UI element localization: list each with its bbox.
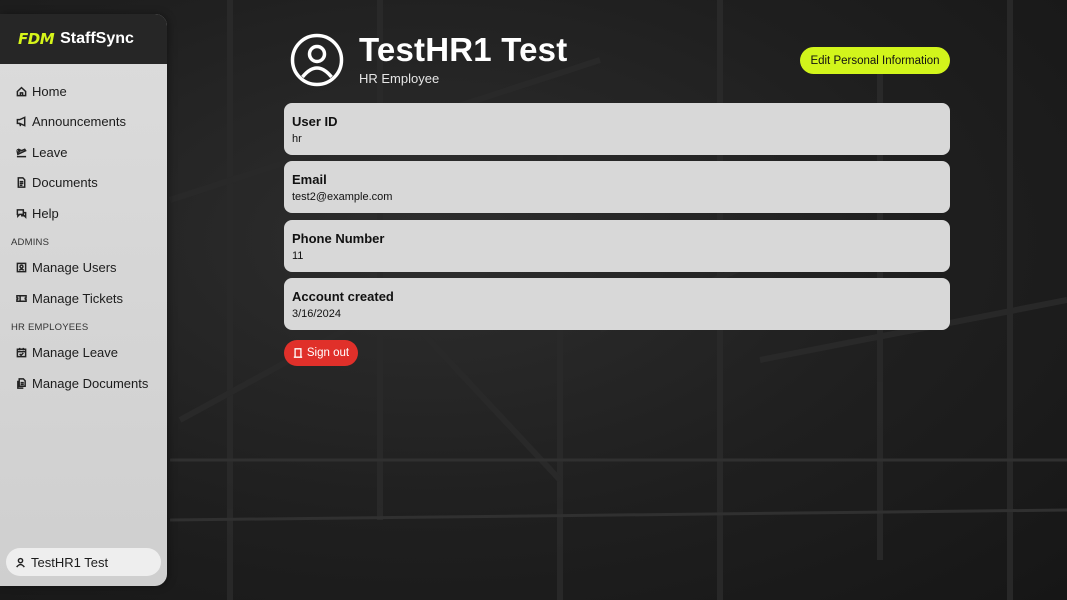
calendar-icon: [16, 348, 27, 358]
sidebar-item-label: Announcements: [32, 114, 126, 130]
info-card-email: Email test2@example.com: [284, 161, 950, 213]
edit-personal-information-button[interactable]: Edit Personal Information: [800, 47, 950, 74]
sign-out-button[interactable]: Sign out: [284, 340, 358, 366]
info-card-label: Phone Number: [292, 231, 385, 246]
profile-role: HR Employee: [359, 71, 440, 86]
sidebar: FDM StaffSync Home Announcements Leave D…: [0, 14, 167, 586]
sidebar-item-home[interactable]: Home: [0, 76, 167, 107]
sidebar-item-label: Manage Leave: [32, 345, 119, 361]
sidebar-item-manage-tickets[interactable]: Manage Tickets: [0, 283, 167, 314]
profile-avatar-icon: [290, 33, 344, 87]
info-card-account-created: Account created 3/16/2024: [284, 278, 950, 330]
door-exit-icon: [293, 348, 303, 358]
document-icon: [17, 177, 26, 189]
home-icon: [16, 86, 27, 97]
sidebar-item-label: Leave: [32, 144, 68, 160]
current-user-name: TestHR1 Test: [31, 554, 109, 570]
user-icon: [16, 557, 25, 568]
info-card-phone-number: Phone Number 11: [284, 220, 950, 272]
info-card-value: 11: [292, 250, 304, 262]
brand-header[interactable]: FDM StaffSync: [0, 14, 167, 64]
hr-employees-section-label: HR EMPLOYEES: [11, 321, 89, 333]
profile-name: TestHR1 Test: [359, 31, 568, 68]
info-card-value: test2@example.com: [292, 191, 393, 203]
sidebar-item-manage-documents[interactable]: Manage Documents: [0, 368, 167, 399]
help-chat-icon: [16, 208, 27, 219]
sidebar-item-label: Manage Documents: [32, 375, 149, 391]
files-icon: [17, 377, 26, 389]
megaphone-icon: [16, 116, 26, 128]
sign-out-label: Sign out: [306, 347, 350, 359]
ticket-icon: [16, 294, 27, 302]
app-name: StaffSync: [60, 30, 134, 47]
info-card-label: Email: [292, 172, 327, 187]
user-card-icon: [16, 262, 27, 273]
info-card-value: 3/16/2024: [292, 308, 341, 320]
info-card-value: hr: [292, 133, 302, 145]
sidebar-item-manage-leave[interactable]: Manage Leave: [0, 338, 167, 369]
info-card-user-id: User ID hr: [284, 103, 950, 155]
sidebar-item-label: Home: [32, 83, 67, 99]
info-card-label: Account created: [292, 289, 394, 304]
sidebar-item-label: Help: [32, 205, 59, 221]
fdm-logo: FDM: [18, 30, 55, 48]
sidebar-item-help[interactable]: Help: [0, 198, 167, 229]
plane-icon: [16, 148, 27, 158]
info-card-label: User ID: [292, 114, 338, 129]
sidebar-item-label: Manage Users: [32, 260, 117, 276]
sidebar-item-leave[interactable]: Leave: [0, 137, 167, 168]
sidebar-item-documents[interactable]: Documents: [0, 168, 167, 199]
admins-section-label: ADMINS: [11, 236, 50, 248]
sidebar-nav: Home Announcements Leave Documents Help …: [0, 64, 167, 399]
sidebar-item-label: Documents: [32, 175, 98, 191]
sidebar-item-manage-users[interactable]: Manage Users: [0, 253, 167, 284]
sidebar-item-announcements[interactable]: Announcements: [0, 107, 167, 138]
current-user-chip[interactable]: TestHR1 Test: [6, 548, 161, 576]
sidebar-item-label: Manage Tickets: [32, 290, 124, 306]
